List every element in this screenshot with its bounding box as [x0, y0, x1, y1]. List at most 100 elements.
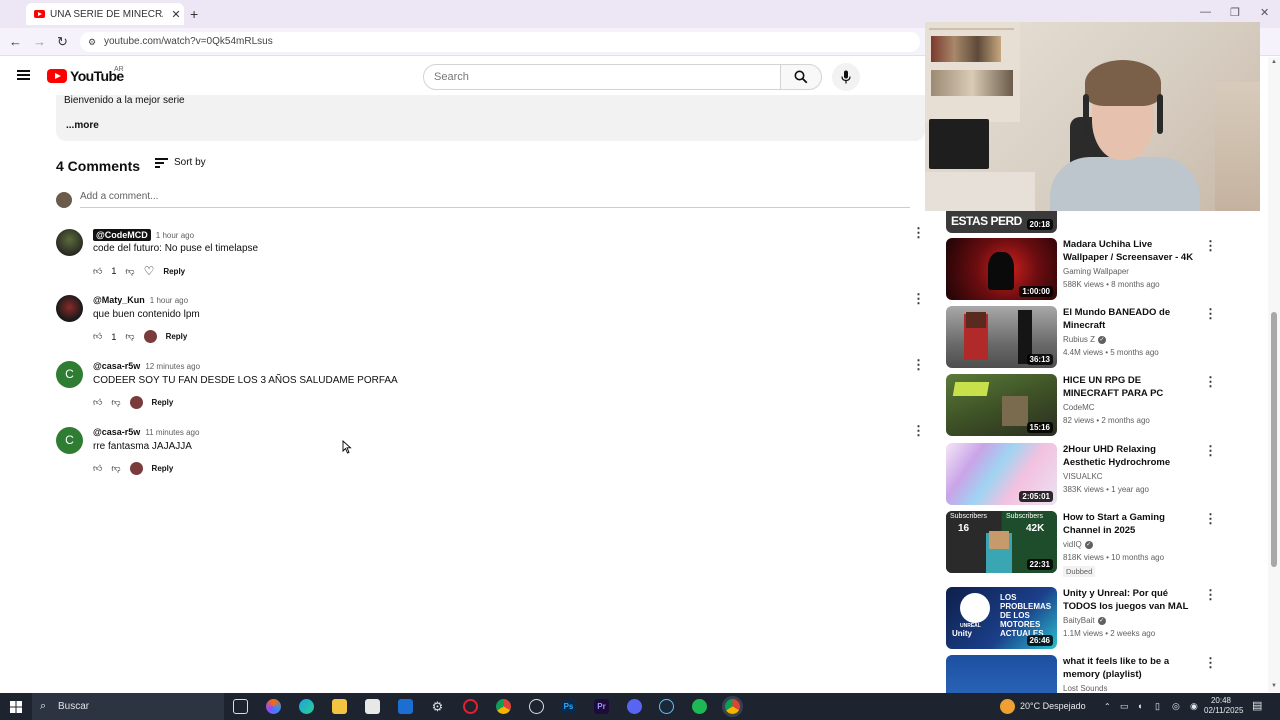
dislike-icon[interactable]: 👎︎	[111, 397, 120, 408]
url-field[interactable]: ⚙ youtube.com/watch?v=0Qk54mRLsus	[80, 32, 920, 52]
video-menu-icon[interactable]: ⋮	[1204, 306, 1217, 322]
video-menu-icon[interactable]: ⋮	[1204, 443, 1217, 459]
comment-time[interactable]: 12 minutes ago	[145, 362, 200, 371]
related-video[interactable]: 1:00:00 Madara Uchiha Live Wallpaper / S…	[946, 238, 1246, 302]
maximize-icon[interactable]: ❐	[1230, 6, 1240, 19]
video-menu-icon[interactable]: ⋮	[1204, 587, 1217, 603]
comment-time[interactable]: 1 hour ago	[150, 296, 188, 305]
comment-author[interactable]: @Maty_Kun	[93, 295, 145, 305]
comment-menu-icon[interactable]: ⋮	[912, 291, 925, 307]
comment-time[interactable]: 1 hour ago	[156, 231, 194, 240]
site-info-icon[interactable]: ⚙	[88, 32, 96, 52]
comment-avatar[interactable]: C	[56, 427, 83, 454]
menu-icon[interactable]	[17, 70, 30, 80]
video-thumbnail[interactable]: Subscribers Subscribers 16 42K 22:31	[946, 511, 1057, 573]
notifications-icon[interactable]: ▤	[1252, 693, 1262, 720]
weather-text[interactable]: 20°C Despejado	[1020, 693, 1086, 720]
related-video[interactable]: 15:16 HICE UN RPG DE MINECRAFT PARA PC B…	[946, 374, 1246, 438]
sort-by-button[interactable]: Sort by	[155, 157, 206, 168]
back-icon[interactable]: ←	[9, 34, 22, 49]
video-menu-icon[interactable]: ⋮	[1204, 238, 1217, 254]
page-scrollbar[interactable]: ▲ ▼	[1268, 57, 1280, 692]
opera-icon[interactable]	[463, 699, 478, 714]
chrome-icon[interactable]	[496, 699, 511, 714]
close-tab-icon[interactable]: ✕	[168, 8, 184, 21]
copilot-icon[interactable]	[266, 699, 281, 714]
steam-icon[interactable]	[659, 699, 674, 714]
reply-button[interactable]: Reply	[152, 398, 174, 407]
tray-app-icon[interactable]: ◉	[1190, 693, 1198, 720]
video-thumbnail[interactable]	[946, 655, 1057, 693]
premiere-icon[interactable]: Pr	[594, 699, 609, 714]
discord-icon[interactable]	[627, 699, 642, 714]
channel-name[interactable]: Lost Sounds	[1063, 684, 1107, 693]
reload-icon[interactable]: ↻	[57, 34, 68, 50]
comment-menu-icon[interactable]: ⋮	[912, 225, 925, 241]
tray-app-icon[interactable]: ◎	[1172, 693, 1180, 720]
scroll-up-icon[interactable]: ▲	[1271, 59, 1277, 65]
dislike-icon[interactable]: 👎︎	[111, 463, 120, 474]
related-video[interactable]: 36:13 El Mundo BANEADO de Minecraft Rubi…	[946, 306, 1246, 370]
video-title[interactable]: Madara Uchiha Live Wallpaper / Screensav…	[1063, 238, 1198, 265]
search-input[interactable]: Search	[423, 64, 781, 90]
related-video[interactable]: 2:05:01 2Hour UHD Relaxing Aesthetic Hyd…	[946, 443, 1246, 507]
video-thumbnail[interactable]: 2:05:01	[946, 443, 1057, 505]
related-video[interactable]: ESTAS PERD 20:18	[946, 211, 1246, 233]
tray-chevron-icon[interactable]: ⌃	[1104, 693, 1111, 720]
video-thumbnail[interactable]: 15:16	[946, 374, 1057, 436]
video-thumbnail[interactable]: UNREAL Unity LOS PROBLEMAS DE LOS MOTORE…	[946, 587, 1057, 649]
comment-author[interactable]: @casa-r5w	[93, 427, 140, 437]
clock[interactable]: 20:48 02/11/2025	[1204, 696, 1243, 716]
comment-avatar[interactable]	[56, 295, 83, 322]
youtube-logo[interactable]: YouTube	[47, 68, 124, 84]
channel-name[interactable]: CodeMC	[1063, 403, 1095, 412]
video-title[interactable]: what it feels like to be a memory (playl…	[1063, 655, 1198, 681]
channel-name[interactable]: Rubius Z ✓	[1063, 335, 1107, 344]
description-more-link[interactable]: ...more	[66, 120, 99, 131]
video-title[interactable]: Unity y Unreal: Por qué TODOS los juegos…	[1063, 587, 1198, 613]
chrome-active-icon[interactable]	[725, 699, 740, 714]
spotify-icon[interactable]	[692, 699, 707, 714]
related-video[interactable]: Subscribers Subscribers 16 42K 22:31 How…	[946, 511, 1246, 577]
forward-icon[interactable]: →	[33, 34, 46, 49]
comment-avatar[interactable]	[56, 229, 83, 256]
video-menu-icon[interactable]: ⋮	[1204, 374, 1217, 390]
video-title[interactable]: How to Start a Gaming Channel in 2025	[1063, 511, 1198, 537]
task-view-icon[interactable]	[233, 699, 248, 714]
settings-icon[interactable]: ⚙	[430, 699, 445, 714]
voice-search-button[interactable]	[832, 63, 860, 91]
comment-menu-icon[interactable]: ⋮	[912, 423, 925, 439]
video-title[interactable]: 2Hour UHD Relaxing Aesthetic Hydrochrome…	[1063, 443, 1198, 470]
edge-icon[interactable]	[299, 699, 314, 714]
video-thumbnail[interactable]: 1:00:00	[946, 238, 1057, 300]
battery-icon[interactable]: ▯	[1155, 693, 1160, 720]
comment-menu-icon[interactable]: ⋮	[912, 357, 925, 373]
windows-start-icon[interactable]	[10, 701, 22, 713]
outlook-icon[interactable]	[398, 699, 413, 714]
video-description[interactable]: Bienvenido a la mejor serie ...more	[56, 95, 925, 141]
reply-button[interactable]: Reply	[152, 464, 174, 473]
related-video[interactable]: UNREAL Unity LOS PROBLEMAS DE LOS MOTORE…	[946, 587, 1246, 651]
video-title[interactable]: HICE UN RPG DE MINECRAFT PARA PC BAJOS R…	[1063, 374, 1198, 401]
app-icon[interactable]	[529, 699, 544, 714]
calculator-icon[interactable]	[365, 699, 380, 714]
video-menu-icon[interactable]: ⋮	[1204, 511, 1217, 527]
add-comment-input[interactable]: Add a comment...	[80, 191, 910, 208]
like-icon[interactable]: 👍︎	[93, 266, 102, 277]
scrollbar-thumb[interactable]	[1271, 312, 1277, 567]
video-menu-icon[interactable]: ⋮	[1204, 655, 1217, 671]
taskbar-search-input[interactable]: ⌕ Buscar	[32, 693, 224, 720]
comment-author[interactable]: @CodeMCD	[93, 229, 151, 241]
like-icon[interactable]: 👍︎	[93, 397, 102, 408]
new-tab-icon[interactable]: +	[190, 6, 198, 22]
photoshop-icon[interactable]: Ps	[561, 699, 576, 714]
comment-avatar[interactable]: C	[56, 361, 83, 388]
channel-name[interactable]: Gaming Wallpaper	[1063, 267, 1129, 276]
heart-icon[interactable]: ♡	[144, 264, 155, 278]
channel-name[interactable]: BaityBait ✓	[1063, 616, 1106, 625]
related-video[interactable]: what it feels like to be a memory (playl…	[946, 655, 1246, 693]
weather-icon[interactable]	[1000, 699, 1015, 714]
browser-tab[interactable]: UNA SERIE DE MINECRAFT DIFERENTE ✕	[26, 3, 184, 25]
dislike-icon[interactable]: 👎︎	[125, 266, 134, 277]
comment-author[interactable]: @casa-r5w	[93, 361, 140, 371]
